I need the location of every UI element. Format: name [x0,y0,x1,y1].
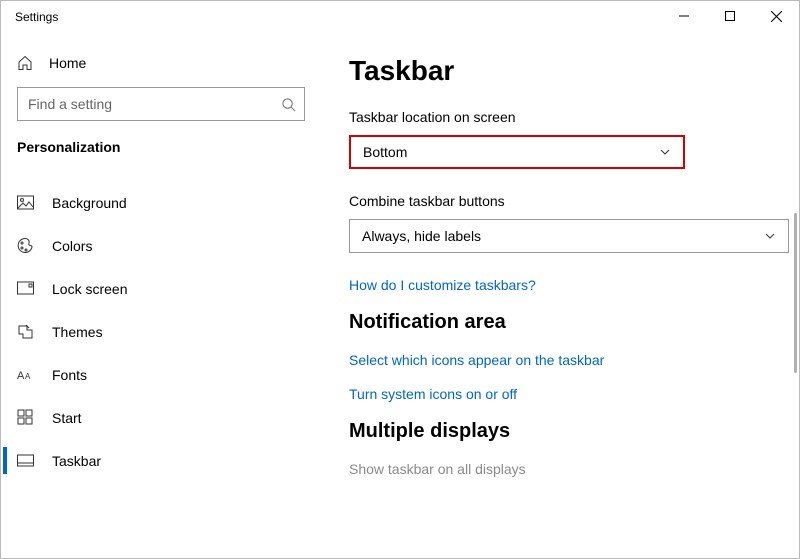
search-placeholder: Find a setting [28,96,112,112]
sidebar-item-label: Background [52,195,127,211]
link-select-icons[interactable]: Select which icons appear on the taskbar [349,352,799,368]
home-nav[interactable]: Home [3,43,319,83]
lockscreen-icon [17,280,34,297]
palette-icon [17,237,34,254]
sidebar-item-label: Lock screen [52,281,127,297]
sidebar-item-background[interactable]: Background [3,181,319,224]
minimize-icon [679,11,689,21]
location-label: Taskbar location on screen [349,109,799,125]
page-title: Taskbar [349,55,799,87]
combine-select[interactable]: Always, hide labels [349,219,789,253]
search-input[interactable]: Find a setting [17,87,305,121]
taskbar-icon [17,452,34,469]
sidebar-item-label: Fonts [52,367,87,383]
chevron-down-icon [659,146,671,158]
sidebar-item-taskbar[interactable]: Taskbar [3,439,319,482]
location-select[interactable]: Bottom [349,135,685,169]
svg-text:A: A [25,372,31,381]
close-icon [771,11,782,22]
start-icon [17,409,34,426]
multi-heading: Multiple displays [349,420,799,443]
sidebar-item-label: Taskbar [52,453,101,469]
window-title: Settings [15,10,58,24]
fonts-icon: AA [17,366,34,383]
sidebar-item-label: Themes [52,324,103,340]
sidebar-item-fonts[interactable]: AA Fonts [3,353,319,396]
maximize-icon [725,11,735,21]
minimize-button[interactable] [661,1,707,31]
link-customize[interactable]: How do I customize taskbars? [349,277,799,293]
svg-text:A: A [17,370,25,382]
themes-icon [17,323,34,340]
sidebar-item-label: Start [52,410,82,426]
search-icon [281,97,296,112]
location-value: Bottom [363,144,407,160]
link-system-icons[interactable]: Turn system icons on or off [349,386,799,402]
sidebar-item-start[interactable]: Start [3,396,319,439]
multi-sub: Show taskbar on all displays [349,461,799,477]
window-controls [661,1,799,31]
scrollbar[interactable] [794,213,797,373]
sidebar-item-label: Colors [52,238,92,254]
content-area: Taskbar Taskbar location on screen Botto… [321,33,799,558]
picture-icon [17,194,34,211]
home-icon [17,55,33,71]
home-label: Home [49,55,86,71]
maximize-button[interactable] [707,1,753,31]
combine-value: Always, hide labels [362,228,481,244]
sidebar-item-themes[interactable]: Themes [3,310,319,353]
sidebar-item-lockscreen[interactable]: Lock screen [3,267,319,310]
chevron-down-icon [764,230,776,242]
sidebar: Home Find a setting Personalization Back… [1,33,321,558]
close-button[interactable] [753,1,799,31]
combine-label: Combine taskbar buttons [349,193,799,209]
section-title: Personalization [3,133,319,167]
notification-heading: Notification area [349,311,799,334]
sidebar-item-colors[interactable]: Colors [3,224,319,267]
